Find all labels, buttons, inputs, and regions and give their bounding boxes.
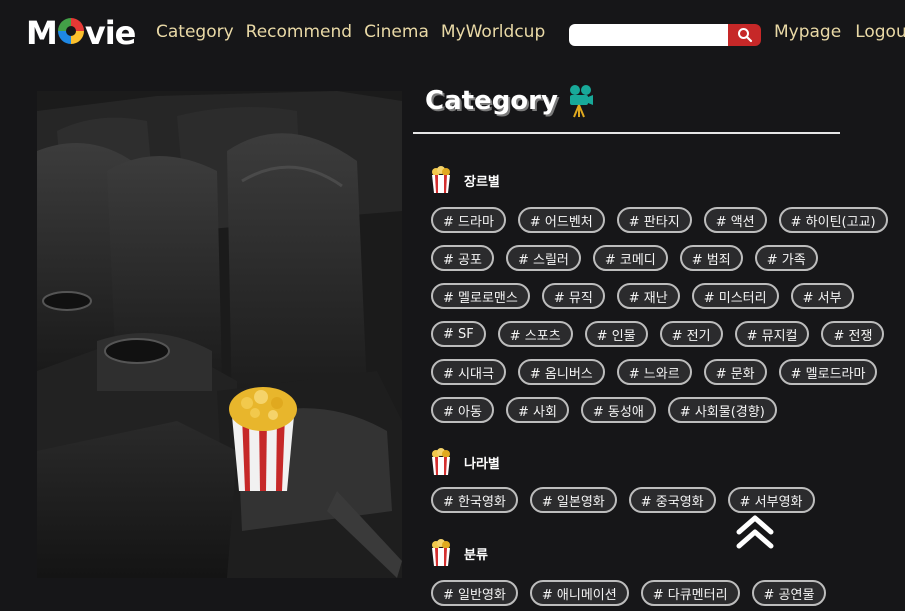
- tag-chip[interactable]: # 인물: [584, 321, 648, 347]
- tag-chip[interactable]: # 아동: [431, 397, 494, 423]
- page-title: Category: [425, 86, 558, 116]
- nav-myworldcup[interactable]: MyWorldcup: [441, 22, 545, 42]
- tag-chip[interactable]: # 하이틴(고교): [778, 207, 888, 233]
- tag-chip[interactable]: # 판타지: [616, 207, 692, 233]
- tag-chip[interactable]: # 애니메이션: [529, 580, 629, 606]
- tag-chip[interactable]: # 일반영화: [431, 580, 518, 606]
- category-heading: Category: [425, 84, 594, 118]
- tag-chip[interactable]: # 사회: [505, 397, 569, 423]
- tag-chip[interactable]: # SF: [431, 321, 486, 347]
- tag-chip[interactable]: # 옴니버스: [517, 359, 605, 385]
- tag-chip[interactable]: # 코메디: [592, 245, 668, 271]
- nav-recommend[interactable]: Recommend: [246, 22, 352, 42]
- logout-link[interactable]: Logout: [855, 22, 905, 42]
- section-type-heading: 분류: [430, 539, 488, 567]
- tag-chip[interactable]: # 중국영화: [628, 487, 716, 513]
- tag-chip[interactable]: # 서부영화: [727, 487, 815, 513]
- nav-category[interactable]: Category: [156, 22, 234, 42]
- tag-chip[interactable]: # 문화: [703, 359, 767, 385]
- tag-chip[interactable]: # 공포: [431, 245, 494, 271]
- tag-chip[interactable]: # 액션: [703, 207, 767, 233]
- popcorn-icon: [432, 448, 450, 475]
- main-nav: Category Recommend Cinema MyWorldcup: [156, 22, 545, 42]
- section-country-heading: 나라별: [430, 448, 500, 476]
- section-country-label: 나라별: [464, 456, 500, 472]
- tag-chip[interactable]: # 일본영화: [529, 487, 617, 513]
- tag-chip[interactable]: # 멜로드라마: [778, 359, 878, 385]
- tag-chip[interactable]: # 전쟁: [821, 321, 885, 347]
- tag-chip[interactable]: # 미스터리: [691, 283, 779, 309]
- movie-camera-icon: [569, 85, 593, 118]
- tag-chip[interactable]: # 시대극: [431, 359, 506, 385]
- tag-chip[interactable]: # 재난: [616, 283, 680, 309]
- tag-chip[interactable]: # 가족: [754, 245, 818, 271]
- section-type-label: 분류: [464, 547, 488, 563]
- tag-chip[interactable]: # 뮤직: [541, 283, 605, 309]
- title-divider: [413, 132, 840, 134]
- tag-chip[interactable]: # 서부: [790, 283, 854, 309]
- tag-chip[interactable]: # 공연물: [751, 580, 827, 606]
- type-tags: # 일반영화 # 애니메이션 # 다큐멘터리 # 공연물: [431, 580, 891, 606]
- tag-chip[interactable]: # 스릴러: [505, 245, 581, 271]
- search-icon: [737, 28, 752, 43]
- scroll-top-button[interactable]: [735, 514, 775, 550]
- section-genre-heading: 장르별: [430, 166, 500, 194]
- double-chevron-up-icon: [736, 515, 774, 549]
- tag-chip[interactable]: # 드라마: [431, 207, 506, 233]
- logo-text: Mvie: [26, 14, 136, 52]
- header: Mvie Category Recommend Cinema MyWorldcu…: [0, 0, 905, 70]
- tag-chip[interactable]: # 뮤지컬: [734, 321, 810, 347]
- tag-chip[interactable]: # 사회물(경향): [667, 397, 777, 423]
- search-bar: [569, 24, 761, 46]
- tag-chip[interactable]: # 느와르: [616, 359, 692, 385]
- user-nav: Mypage Logout: [774, 22, 905, 42]
- tag-chip[interactable]: # 전기: [659, 321, 723, 347]
- logo[interactable]: Mvie: [26, 14, 136, 52]
- nav-cinema[interactable]: Cinema: [364, 22, 429, 42]
- country-tags: # 한국영화 # 일본영화 # 중국영화 # 서부영화: [431, 487, 891, 513]
- search-button[interactable]: [728, 24, 761, 46]
- tag-chip[interactable]: # 다큐멘터리: [640, 580, 740, 606]
- popcorn-icon: [432, 539, 450, 566]
- section-genre-label: 장르별: [464, 174, 500, 190]
- tag-chip[interactable]: # 동성애: [580, 397, 656, 423]
- tag-chip[interactable]: # 한국영화: [431, 487, 518, 513]
- genre-tags: # 드라마 # 어드벤처 # 판타지 # 액션 # 하이틴(고교) # 공포 # 스릴러 # …: [431, 207, 891, 423]
- tag-chip[interactable]: # 스포츠: [497, 321, 573, 347]
- tag-chip[interactable]: # 범죄: [679, 245, 743, 271]
- cinema-seat-image: [37, 91, 402, 578]
- mypage-link[interactable]: Mypage: [774, 22, 841, 42]
- tag-chip[interactable]: # 멜로로맨스: [431, 283, 530, 309]
- tag-chip[interactable]: # 어드벤처: [517, 207, 605, 233]
- popcorn-icon: [432, 166, 450, 193]
- search-input[interactable]: [569, 24, 728, 46]
